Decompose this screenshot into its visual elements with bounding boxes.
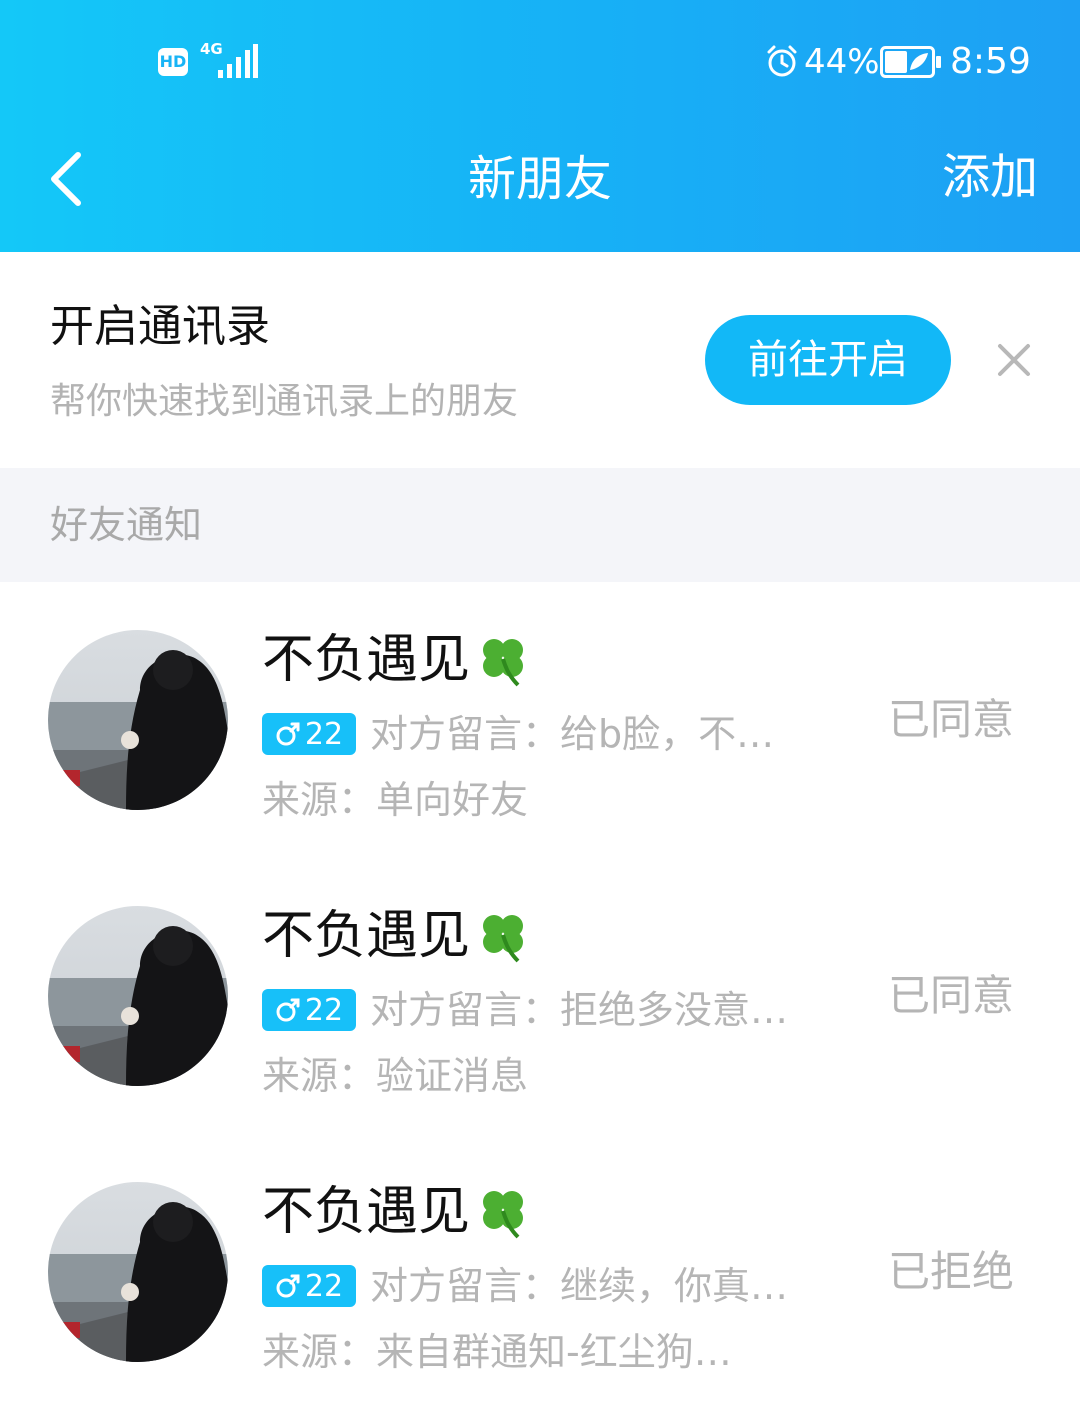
message-line: 22 对方留言：继续，你真… [262,1258,822,1314]
status-text: 已拒绝 [887,1247,1014,1296]
gender-age-badge: 22 [262,1265,356,1307]
notification-row[interactable]: 不负遇见 22 对方留言：拒绝多没意… 来源：验证消息 已同意 [0,858,1080,1134]
status-bar: HD 4G 44% 8:59 [0,0,1080,125]
source-text: 来源：来自群通知-红尘狗… [262,1330,732,1374]
four-leaf-clover-icon [483,915,524,963]
open-contacts-button[interactable]: 前往开启 [705,315,951,405]
gender-age-badge: 22 [262,713,356,755]
message-line: 22 对方留言：拒绝多没意… [262,982,822,1038]
nav-bar: 新朋友 添加 [0,125,1080,252]
banner-title: 开启通讯录 [50,301,270,352]
battery-icon [880,46,941,78]
close-icon[interactable] [996,342,1032,378]
male-icon [276,722,300,746]
section-header: 好友通知 [0,468,1080,582]
gender-age-badge: 22 [262,989,356,1031]
clock: 8:59 [950,41,1031,82]
app-header: HD 4G 44% 8:59 新朋友 添加 [0,0,1080,252]
male-icon [276,998,300,1022]
status-text: 已同意 [887,695,1014,744]
banner-subtitle: 帮你快速找到通讯录上的朋友 [50,381,519,422]
hd-badge: HD [158,48,188,76]
message-text: 对方留言：拒绝多没意… [370,988,789,1032]
age: 22 [304,992,344,1028]
avatar [48,906,228,1086]
name-line: 不负遇见 [262,902,532,970]
four-leaf-clover-icon [483,1191,524,1239]
name-line: 不负遇见 [262,1178,532,1246]
four-leaf-clover-icon [483,639,524,687]
notification-list: 不负遇见 22 对方留言：给b脸，不… 来源：单向好友 已同意 不负遇见 22 … [0,582,1080,1415]
source-text: 来源：单向好友 [262,778,529,822]
contact-name: 不负遇见 [262,630,471,690]
message-text: 对方留言：给b脸，不… [370,712,775,756]
status-text: 已同意 [887,971,1014,1020]
page-title: 新朋友 [467,151,612,207]
message-line: 22 对方留言：给b脸，不… [262,706,822,762]
notification-row[interactable]: 不负遇见 22 对方留言：给b脸，不… 来源：单向好友 已同意 [0,582,1080,858]
alarm-icon [767,45,797,77]
source-text: 来源：验证消息 [262,1054,529,1098]
message-text: 对方留言：继续，你真… [370,1264,789,1308]
male-icon [276,1274,300,1298]
age: 22 [304,1268,344,1304]
avatar [48,630,228,810]
signal-icon [218,44,258,78]
age: 22 [304,716,344,752]
contact-name: 不负遇见 [262,906,471,966]
battery-percent: 44% [804,42,880,82]
notification-row[interactable]: 不负遇见 22 对方留言：继续，你真… 来源：来自群通知-红尘狗… 已拒绝 [0,1134,1080,1410]
name-line: 不负遇见 [262,626,532,694]
contact-name: 不负遇见 [262,1182,471,1242]
section-label: 好友通知 [50,503,203,547]
avatar [48,1182,228,1362]
contacts-banner: 开启通讯录 帮你快速找到通讯录上的朋友 前往开启 [0,252,1080,468]
add-button[interactable]: 添加 [942,145,1038,209]
